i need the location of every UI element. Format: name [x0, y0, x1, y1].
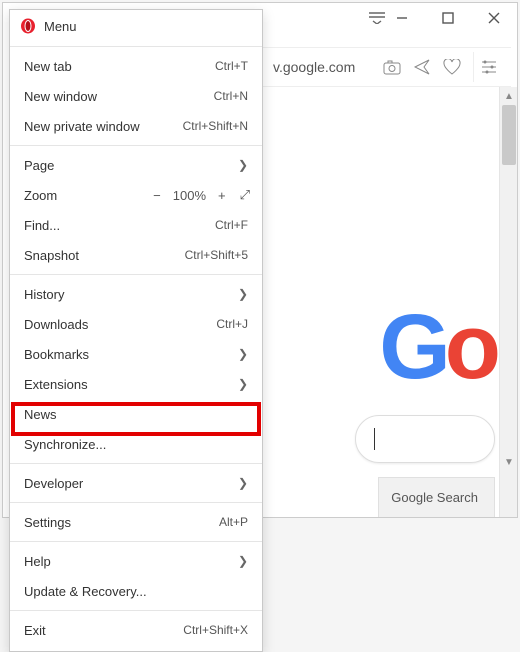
page-content: Go Google Search ▲ ▼: [263, 87, 517, 517]
chevron-right-icon: ❯: [232, 476, 248, 490]
send-button[interactable]: [407, 52, 437, 82]
chevron-right-icon: ❯: [232, 377, 248, 391]
vertical-scrollbar[interactable]: ▲ ▼: [499, 87, 517, 517]
zoom-value: 100%: [173, 188, 206, 203]
chevron-right-icon: ❯: [232, 158, 248, 172]
minimize-icon: [396, 12, 408, 24]
menu-header: Menu: [10, 10, 262, 42]
zoom-fullscreen-button[interactable]: ⤢: [238, 187, 252, 203]
menu-title: Menu: [44, 19, 77, 34]
main-menu: Menu New tabCtrl+T New windowCtrl+N New …: [9, 9, 263, 652]
menu-item-find[interactable]: Find...Ctrl+F: [10, 210, 262, 240]
google-search-label: Google Search: [391, 490, 478, 505]
favorite-button[interactable]: [437, 52, 467, 82]
menu-item-help[interactable]: Help❯: [10, 546, 262, 576]
search-input[interactable]: [355, 415, 495, 463]
close-icon: [488, 12, 500, 24]
menu-item-exit[interactable]: ExitCtrl+Shift+X: [10, 615, 262, 645]
menu-item-synchronize[interactable]: Synchronize...: [10, 429, 262, 459]
camera-icon: [383, 60, 401, 75]
menu-item-new-tab[interactable]: New tabCtrl+T: [10, 51, 262, 81]
zoom-in-button[interactable]: +: [216, 188, 228, 203]
minimize-button[interactable]: [379, 3, 425, 33]
app-window: v.google.com Go Google Search ▲ ▼ Menu: [2, 2, 518, 518]
chevron-right-icon: ❯: [232, 287, 248, 301]
url-text: v.google.com: [267, 59, 355, 75]
menu-item-extensions[interactable]: Extensions❯: [10, 369, 262, 399]
menu-item-bookmarks[interactable]: Bookmarks❯: [10, 339, 262, 369]
sliders-icon: [481, 60, 497, 74]
menu-item-downloads[interactable]: DownloadsCtrl+J: [10, 309, 262, 339]
menu-item-history[interactable]: History❯: [10, 279, 262, 309]
chevron-right-icon: ❯: [232, 554, 248, 568]
menu-item-news[interactable]: News: [10, 399, 262, 429]
window-controls: [259, 3, 517, 45]
menu-item-settings[interactable]: SettingsAlt+P: [10, 507, 262, 537]
heart-icon: [443, 59, 461, 75]
menu-item-developer[interactable]: Developer❯: [10, 468, 262, 498]
menu-item-new-window[interactable]: New windowCtrl+N: [10, 81, 262, 111]
snapshot-button[interactable]: [377, 52, 407, 82]
send-icon: [414, 59, 430, 75]
chevron-right-icon: ❯: [232, 347, 248, 361]
easy-setup-button[interactable]: [473, 52, 503, 82]
close-button[interactable]: [471, 3, 517, 33]
menu-item-new-private-window[interactable]: New private windowCtrl+Shift+N: [10, 111, 262, 141]
menu-item-snapshot[interactable]: SnapshotCtrl+Shift+5: [10, 240, 262, 270]
menu-item-update-recovery[interactable]: Update & Recovery...: [10, 576, 262, 606]
scroll-up-icon[interactable]: ▲: [500, 87, 517, 105]
menu-item-page[interactable]: Page❯: [10, 150, 262, 180]
scroll-down-icon[interactable]: ▼: [500, 453, 517, 471]
address-bar[interactable]: v.google.com: [263, 47, 511, 87]
opera-icon: [20, 18, 36, 34]
maximize-icon: [442, 12, 454, 24]
zoom-out-button[interactable]: −: [151, 188, 163, 203]
menu-item-zoom: Zoom − 100% + ⤢: [10, 180, 262, 210]
google-search-button[interactable]: Google Search: [378, 477, 495, 517]
scroll-thumb[interactable]: [502, 105, 516, 165]
google-logo: Go: [379, 295, 495, 400]
text-caret: [374, 428, 375, 450]
maximize-button[interactable]: [425, 3, 471, 33]
